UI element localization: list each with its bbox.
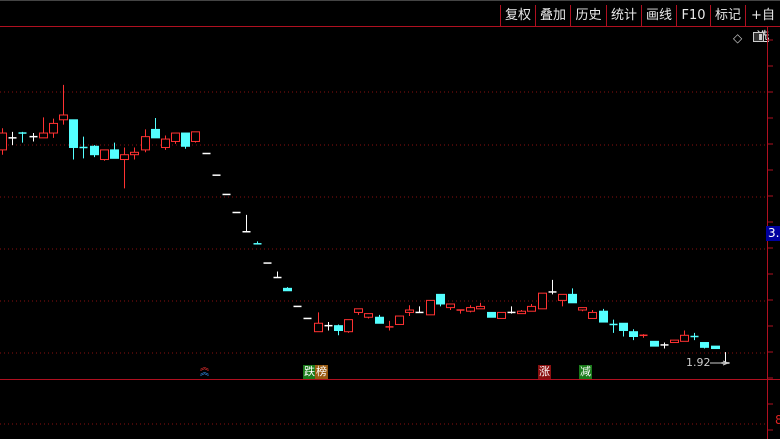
lowest-price-label: 1.92 xyxy=(686,356,711,369)
candle-body xyxy=(181,132,190,147)
candle-body xyxy=(90,145,99,156)
panel-toggle-icon[interactable] xyxy=(753,32,764,42)
candle-body xyxy=(69,119,78,148)
candle-body xyxy=(700,342,709,348)
candle-body xyxy=(650,340,659,347)
candle-body xyxy=(161,138,170,148)
candle-body xyxy=(629,331,638,338)
candle-body xyxy=(130,151,139,156)
reduce-marker[interactable]: 减 xyxy=(579,365,592,379)
candle-body xyxy=(476,305,485,310)
candle-body xyxy=(426,299,435,316)
candle-body xyxy=(517,310,526,315)
candle-body xyxy=(120,154,129,161)
candle-body xyxy=(59,114,68,121)
candle-body xyxy=(344,319,353,333)
candle-body xyxy=(487,311,496,318)
signal-arrow-icon[interactable]: ︽ ︽ xyxy=(200,364,209,378)
candle-body xyxy=(395,315,404,325)
candle-body xyxy=(588,311,597,319)
candle-body xyxy=(314,322,323,333)
candle-body xyxy=(619,322,628,331)
candle-body xyxy=(568,293,577,304)
candle-body xyxy=(670,339,679,344)
candle-body xyxy=(354,308,363,313)
candle-body xyxy=(39,132,48,139)
candle-body xyxy=(110,149,119,159)
candle-body xyxy=(599,310,608,323)
candle-body xyxy=(466,307,475,312)
price-axis-label: 3.0 xyxy=(766,226,780,241)
candle-body xyxy=(334,325,343,331)
lower-axis-label: 8 xyxy=(775,413,780,427)
candle-body xyxy=(538,292,547,310)
candle-body xyxy=(100,149,109,161)
rise-marker[interactable]: 涨 xyxy=(538,365,551,379)
candle-body xyxy=(364,313,373,318)
diamond-icon[interactable]: ◇ xyxy=(733,31,742,45)
candle-body xyxy=(680,334,689,342)
candle-body xyxy=(375,316,384,324)
candlestick-chart[interactable] xyxy=(0,0,780,439)
candle-body xyxy=(578,307,587,311)
candle-body xyxy=(405,309,414,313)
candle-body xyxy=(497,311,506,319)
candle-body xyxy=(283,287,292,292)
candle-body xyxy=(558,293,567,301)
candle-body xyxy=(49,122,58,134)
fall-rank-marker-2[interactable]: 榜 xyxy=(315,365,328,379)
candle-body xyxy=(141,136,150,151)
candle-body xyxy=(171,132,180,142)
candle-body xyxy=(711,345,720,350)
candle-body xyxy=(151,128,160,139)
candle-body xyxy=(436,293,445,305)
candle-body xyxy=(0,132,7,151)
candle-body xyxy=(191,131,200,142)
candle-body xyxy=(527,305,536,312)
candle-body xyxy=(446,303,455,309)
